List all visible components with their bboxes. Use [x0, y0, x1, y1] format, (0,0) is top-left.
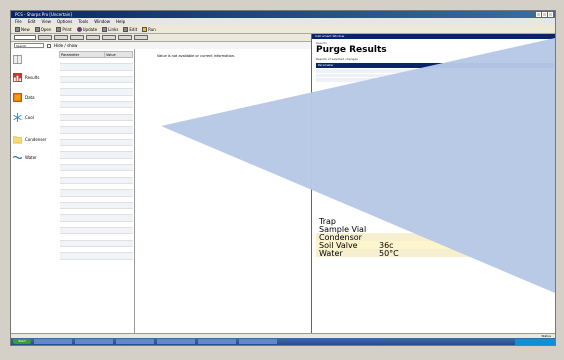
tool-button-3[interactable]: [70, 35, 84, 40]
sidebar-item-grid[interactable]: [13, 55, 22, 64]
panel-titlebar: Instrument Window: [312, 34, 555, 39]
sidebar-label-cool: Cool: [25, 115, 34, 120]
window-controls: [536, 12, 553, 17]
title-bar: PCS - Sharps Pro [Uncertain]: [11, 11, 555, 18]
edit-button[interactable]: Edit: [123, 26, 138, 32]
tool-button-5[interactable]: [102, 35, 116, 40]
grid-icon: [13, 55, 22, 64]
new-button[interactable]: New: [15, 26, 30, 32]
sidebar-item-cool[interactable]: Cool: [13, 113, 34, 122]
open-icon: [34, 26, 40, 32]
sidebar-item-water[interactable]: Water: [13, 153, 37, 162]
menu-window[interactable]: Window: [94, 19, 110, 24]
sidebar-label-condenser: Condenser: [25, 137, 47, 142]
menu-tools[interactable]: Tools: [78, 19, 88, 24]
list-item[interactable]: [316, 69, 554, 73]
links-button[interactable]: Links: [102, 26, 119, 32]
menu-edit[interactable]: Edit: [28, 19, 36, 24]
print-button[interactable]: Print: [56, 26, 72, 32]
sidebar-item-condenser[interactable]: Condenser: [13, 135, 47, 144]
list-item[interactable]: [316, 78, 554, 82]
hide-show-checkbox[interactable]: [47, 43, 51, 48]
print-icon: [56, 26, 62, 32]
sidebar-label-data: Data: [25, 95, 35, 100]
run-label: Run: [148, 26, 156, 32]
result-label: Water: [319, 248, 343, 258]
tool-button-4[interactable]: [86, 35, 100, 40]
star-icon: [142, 26, 148, 32]
print-label: Print: [62, 26, 72, 32]
taskbar: Start: [11, 338, 555, 345]
navigation-sidebar: Results Data Cool Condenser Water: [11, 49, 57, 333]
menu-file[interactable]: File: [15, 19, 22, 24]
links-label: Links: [108, 26, 119, 32]
taskbar-item[interactable]: [75, 339, 113, 344]
edit-icon: [123, 26, 129, 32]
sidebar-item-data[interactable]: Data: [13, 93, 35, 102]
folder-icon: [13, 136, 22, 144]
detail-message: Value is not available or current inform…: [157, 54, 236, 58]
water-icon: [13, 155, 22, 160]
checkbox-label: Hide / show: [54, 43, 78, 48]
ok-icon: [76, 26, 82, 32]
taskbar-item[interactable]: [157, 339, 195, 344]
menu-options[interactable]: Options: [57, 19, 72, 24]
chart-icon: [13, 73, 22, 82]
snowflake-icon: [13, 113, 22, 122]
taskbar-item[interactable]: [198, 339, 236, 344]
view-selector[interactable]: [14, 35, 36, 40]
run-button[interactable]: Run: [142, 26, 156, 32]
maximize-button[interactable]: [542, 12, 547, 17]
application-window: PCS - Sharps Pro [Uncertain] File Edit V…: [10, 10, 556, 346]
menu-help[interactable]: Help: [116, 19, 125, 24]
tool-button-6[interactable]: [118, 35, 132, 40]
sidebar-item-results[interactable]: Results: [13, 73, 39, 82]
tool-button-7[interactable]: [134, 35, 148, 40]
taskbar-item[interactable]: [34, 339, 72, 344]
panel-heading: Purge Results: [316, 45, 387, 55]
table-row[interactable]: [59, 252, 133, 260]
sidebar-label-water: Water: [25, 155, 37, 160]
start-button[interactable]: Start: [13, 339, 31, 344]
instrument-panel: Instrument Window Results Purge Results …: [311, 34, 555, 333]
links-icon: [102, 26, 108, 32]
results-table: Trap Sample Vial Condensor Soil Valve 36c…: [316, 217, 554, 258]
system-tray: [515, 338, 555, 345]
panel-list-header: Parameter: [316, 63, 554, 68]
panel-description: Results of selected changes: [316, 57, 358, 61]
open-button[interactable]: Open: [34, 26, 52, 32]
secondary-toolbar: [11, 34, 311, 42]
result-row-water: Water 50°C: [316, 248, 554, 258]
update-label: Update: [82, 26, 98, 32]
parameter-cell: [59, 252, 105, 260]
sidebar-label-results: Results: [25, 75, 40, 80]
list-item[interactable]: [316, 73, 554, 77]
panel-list: [316, 69, 554, 83]
data-icon: [13, 93, 22, 102]
window-title: PCS - Sharps Pro [Uncertain]: [15, 12, 72, 17]
new-icon: [15, 26, 20, 32]
menu-view[interactable]: View: [41, 19, 51, 24]
tool-button-2[interactable]: [54, 35, 68, 40]
parameter-rows: [59, 57, 133, 260]
parameter-table: Parameter Value: [59, 51, 133, 260]
parameter-list-panel: Parameter Value: [56, 49, 135, 333]
filter-bar: Search Hide / show: [11, 42, 311, 49]
minimize-button[interactable]: [536, 12, 541, 17]
tool-button-1[interactable]: [38, 35, 52, 40]
open-label: Open: [40, 26, 52, 32]
new-label: New: [21, 26, 30, 32]
main-toolbar: New Open Print Update Links Edit Run: [11, 25, 555, 34]
detail-pane: Value is not available or current inform…: [135, 49, 311, 333]
edit-label: Edit: [129, 26, 138, 32]
update-button[interactable]: Update: [76, 26, 98, 32]
value-cell: [104, 252, 133, 260]
close-button[interactable]: [548, 12, 553, 17]
result-value: 50°C: [379, 248, 399, 258]
taskbar-item[interactable]: [239, 339, 277, 344]
taskbar-item[interactable]: [116, 339, 154, 344]
menu-bar: File Edit View Options Tools Window Help: [11, 18, 555, 25]
search-input[interactable]: Search: [14, 43, 44, 48]
